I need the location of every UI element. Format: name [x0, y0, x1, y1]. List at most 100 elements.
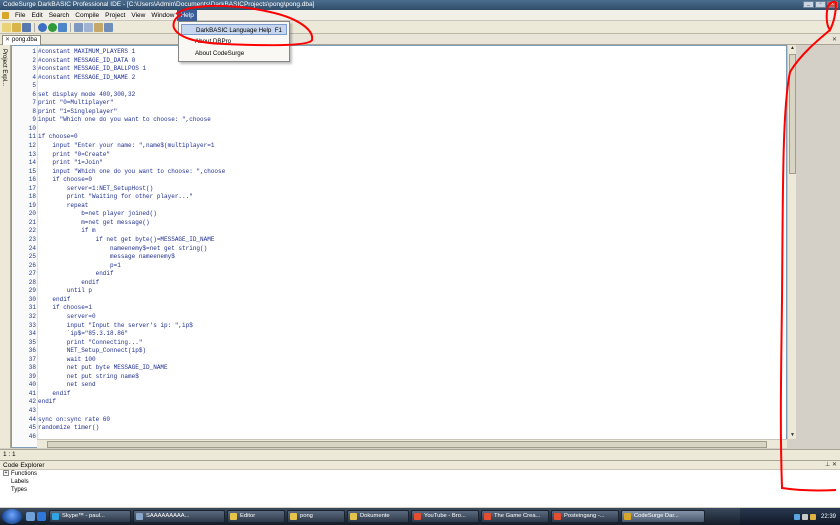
code-line[interactable]: 8 print "1=Singleplayer"	[12, 108, 786, 117]
browser-icon[interactable]	[37, 512, 46, 521]
start-button[interactable]	[2, 509, 22, 524]
open-folder-icon[interactable]	[12, 22, 21, 32]
taskbar-button[interactable]: The Game Crea...	[481, 510, 549, 523]
volume-icon[interactable]	[801, 513, 808, 520]
taskbar-button[interactable]: Dokumente	[347, 510, 409, 523]
code-line[interactable]: 44 sync on:sync rate 60	[12, 416, 786, 425]
code-line[interactable]: 4 #constant MESSAGE_ID_NAME 2	[12, 74, 786, 83]
scrollbar-thumb[interactable]	[47, 441, 767, 448]
pin-icon[interactable]: ⊥ ✕	[825, 461, 837, 470]
code-line[interactable]: 35 print "Connecting..."	[12, 339, 786, 348]
menu-view[interactable]: View	[128, 10, 148, 21]
taskbar-button[interactable]: SAAAAAAAAA...	[133, 510, 225, 523]
code-line[interactable]: 32 server=0	[12, 313, 786, 322]
code-line[interactable]: 17 server=1:NET_SetupHost()	[12, 185, 786, 194]
help-icon[interactable]	[104, 22, 113, 32]
code-line[interactable]: 23 if net get byte()=MESSAGE_ID_NAME	[12, 236, 786, 245]
menu-help[interactable]: Help	[177, 9, 197, 21]
scroll-up-icon[interactable]: ▲	[789, 45, 796, 52]
menu-item-about-codesurge[interactable]: About CodeSurge	[181, 48, 287, 59]
code-line[interactable]: 5	[12, 82, 786, 91]
run-icon[interactable]	[48, 22, 57, 32]
menu-window[interactable]: Window	[148, 10, 177, 21]
minimize-button[interactable]: _	[803, 1, 814, 8]
code-line[interactable]: 41 endif	[12, 390, 786, 399]
menu-search[interactable]: Search	[46, 10, 73, 21]
expand-icon[interactable]: +	[3, 470, 9, 477]
compile-icon[interactable]	[38, 22, 47, 32]
code-line[interactable]: 22 if m	[12, 227, 786, 236]
menu-file[interactable]: File	[12, 10, 28, 21]
code-line[interactable]: 26 p=1	[12, 262, 786, 271]
vertical-scrollbar[interactable]: ▲ ▼	[787, 45, 796, 439]
code-line[interactable]: 36 NET_Setup_Connect(ip$)	[12, 347, 786, 356]
menu-edit[interactable]: Edit	[28, 10, 45, 21]
tree-item-labels[interactable]: Labels	[0, 478, 840, 486]
tree-item-types[interactable]: Types	[0, 486, 840, 494]
taskbar-button[interactable]: pong	[287, 510, 345, 523]
project-explorer-panel[interactable]: Project Expl...	[0, 45, 11, 448]
code-line[interactable]: 9 input "Which one do you want to choose:…	[12, 116, 786, 125]
code-line[interactable]: 18 print "Waiting for other player..."	[12, 193, 786, 202]
menu-compile[interactable]: Compile	[72, 10, 102, 21]
code-line[interactable]: 28 endif	[12, 279, 786, 288]
code-line[interactable]: 25 message nameenemy$	[12, 253, 786, 262]
code-line[interactable]: 29 until p	[12, 287, 786, 296]
code-line[interactable]: 15 input "Which one do you want to choos…	[12, 168, 786, 177]
code-line[interactable]: 31 if choose=1	[12, 304, 786, 313]
code-line[interactable]: 3 #constant MESSAGE_ID_BALLPOS 1	[12, 65, 786, 74]
taskbar-button[interactable]: CodeSurge Dar...	[621, 510, 705, 523]
code-line[interactable]: 45 randomize timer()	[12, 424, 786, 433]
code-line[interactable]: 11 if choose=0	[12, 133, 786, 142]
code-line[interactable]: 33 input "Input the server's ip: ",ip$	[12, 322, 786, 331]
tab-pong-dba[interactable]: ✕ pong.dba	[2, 35, 42, 45]
paste-icon[interactable]	[94, 22, 103, 32]
network-icon[interactable]	[793, 513, 800, 520]
code-line[interactable]: 16 if choose=0	[12, 176, 786, 185]
copy-icon[interactable]	[84, 22, 93, 32]
cut-icon[interactable]	[74, 22, 83, 32]
code-line[interactable]: 10	[12, 125, 786, 134]
menu-project[interactable]: Project	[102, 10, 128, 21]
horizontal-scrollbar[interactable]	[37, 439, 787, 448]
scrollbar-thumb[interactable]	[789, 54, 796, 174]
tray-app-icon[interactable]	[809, 513, 816, 520]
maximize-button[interactable]: ▫	[815, 1, 826, 8]
code-line[interactable]: 39 net put string name$	[12, 373, 786, 382]
menu-item-language-help[interactable]: DarkBASIC Language Help F1	[181, 24, 287, 35]
code-line[interactable]: 27 endif	[12, 270, 786, 279]
code-line[interactable]: 20 b=net player joined()	[12, 210, 786, 219]
code-line[interactable]: 19 repeat	[12, 202, 786, 211]
taskbar-button[interactable]: Skype™ - paul...	[49, 510, 131, 523]
code-line[interactable]: 12 input "Enter your name: ",name$(multi…	[12, 142, 786, 151]
taskbar-button[interactable]: Posteingang -...	[551, 510, 619, 523]
scroll-down-icon[interactable]: ▼	[789, 432, 796, 439]
close-document-icon[interactable]: ✕	[832, 36, 837, 43]
menu-item-about-dbpro[interactable]: About DBPro	[181, 36, 287, 47]
code-line[interactable]: 7 print "0=Multiplayer"	[12, 99, 786, 108]
code-line[interactable]: 43	[12, 407, 786, 416]
code-line[interactable]: 37 wait 100	[12, 356, 786, 365]
code-line[interactable]: 14 print "1=Join"	[12, 159, 786, 168]
new-file-icon[interactable]	[2, 22, 11, 32]
show-desktop-icon[interactable]	[26, 512, 35, 521]
code-line[interactable]: 13 print "0=Create"	[12, 151, 786, 160]
close-button[interactable]: x	[827, 1, 838, 8]
app-icon[interactable]	[2, 11, 9, 19]
taskbar-button[interactable]: Editor	[227, 510, 285, 523]
code-line[interactable]: 30 endif	[12, 296, 786, 305]
step-icon[interactable]	[58, 22, 67, 32]
taskbar-button[interactable]: YouTube - Bro...	[411, 510, 479, 523]
tree-item-functions[interactable]: + Functions	[0, 470, 840, 478]
code-line[interactable]: 1 #constant MAXIMUM_PLAYERS 1	[12, 48, 786, 57]
save-icon[interactable]	[22, 22, 31, 32]
code-line[interactable]: 42 endif	[12, 398, 786, 407]
code-line[interactable]: 34 `ip$="85.3.18.86"	[12, 330, 786, 339]
code-editor[interactable]: 1 #constant MAXIMUM_PLAYERS 1 2 #constant M…	[11, 45, 787, 448]
code-line[interactable]: 40 net send	[12, 381, 786, 390]
code-line[interactable]: 2 #constant MESSAGE_ID_DATA 0	[12, 57, 786, 66]
tab-close-icon[interactable]: ✕	[5, 37, 10, 43]
code-line[interactable]: 6 set display mode 400,300,32	[12, 91, 786, 100]
code-line[interactable]: 21 m=net get message()	[12, 219, 786, 228]
code-line[interactable]: 38 net put byte MESSAGE_ID_NAME	[12, 364, 786, 373]
